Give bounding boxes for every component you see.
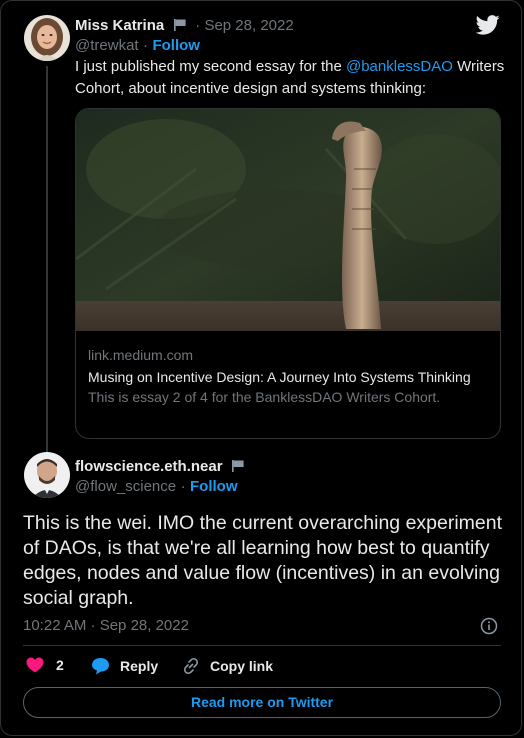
tweet-text-part: I just published my second essay for the bbox=[75, 58, 346, 75]
avatar-miss-katrina[interactable] bbox=[24, 15, 70, 61]
thread-connector-line bbox=[46, 66, 48, 452]
card-domain: link.medium.com bbox=[88, 347, 194, 363]
copy-link-button[interactable]: Copy link bbox=[182, 657, 273, 675]
reply-label: Reply bbox=[120, 658, 159, 674]
link-icon bbox=[183, 657, 199, 675]
card-image-cobra bbox=[76, 109, 500, 331]
tweet1-text: I just published my second essay for the… bbox=[75, 56, 505, 100]
reply-bubble-icon bbox=[92, 658, 109, 675]
card-description: This is essay 2 of 4 for the BanklessDAO… bbox=[88, 389, 441, 405]
info-icon[interactable] bbox=[480, 617, 498, 635]
divider bbox=[23, 645, 501, 646]
follow-button[interactable]: Follow bbox=[190, 478, 238, 495]
tweet1-header: Miss Katrina · Sep 28, 2022 bbox=[75, 16, 294, 36]
read-more-button[interactable]: Read more on Twitter bbox=[23, 687, 501, 718]
copy-link-label: Copy link bbox=[210, 658, 274, 674]
like-count: 2 bbox=[56, 657, 64, 673]
tweet2-text: This is the wei. IMO the current overarc… bbox=[23, 512, 503, 609]
card-title: Musing on Incentive Design: A Journey In… bbox=[88, 369, 471, 385]
tweet-timestamp[interactable]: 10:22 AM · Sep 28, 2022 bbox=[23, 617, 189, 634]
dot-separator: · bbox=[191, 17, 205, 34]
avatar-flowscience[interactable] bbox=[24, 452, 70, 498]
author-name[interactable]: Miss Katrina bbox=[75, 17, 164, 34]
flag-icon bbox=[232, 460, 244, 472]
dot-separator: · bbox=[180, 478, 186, 495]
twitter-bird-icon[interactable] bbox=[476, 15, 500, 35]
tweet-date[interactable]: Sep 28, 2022 bbox=[204, 17, 293, 34]
author-handle[interactable]: @flow_science bbox=[75, 478, 176, 495]
tweet2-header: flowscience.eth.near bbox=[75, 457, 245, 477]
like-button[interactable]: 2 bbox=[26, 657, 64, 673]
author-name[interactable]: flowscience.eth.near bbox=[75, 458, 223, 475]
author-handle[interactable]: @trewkat bbox=[75, 37, 139, 54]
mention-link[interactable]: @banklessDAO bbox=[346, 58, 453, 75]
flag-icon bbox=[173, 19, 186, 31]
tweet2-handle-row: @flow_science · Follow bbox=[75, 477, 238, 497]
heart-icon bbox=[26, 657, 44, 673]
reply-button[interactable]: Reply bbox=[91, 657, 158, 675]
link-preview-card[interactable]: link.medium.com Musing on Incentive Desi… bbox=[75, 108, 501, 439]
card-meta: link.medium.com Musing on Incentive Desi… bbox=[88, 345, 488, 407]
follow-button[interactable]: Follow bbox=[152, 37, 200, 54]
tweet1-handle-row: @trewkat · Follow bbox=[75, 36, 200, 56]
dot-separator: · bbox=[143, 37, 149, 54]
